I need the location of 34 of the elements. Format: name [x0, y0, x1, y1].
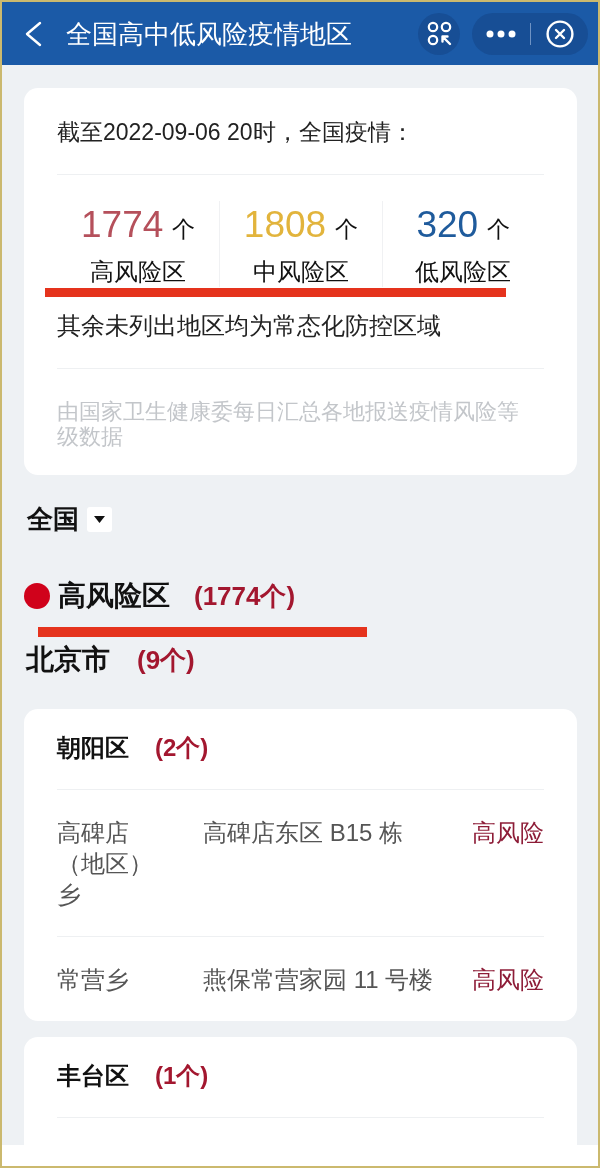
stat-unit: 个 — [335, 215, 359, 244]
stat-label: 高风险区 — [90, 257, 187, 287]
more-icon — [486, 29, 516, 38]
stat-unit: 个 — [172, 215, 196, 244]
district-name: 朝阳区 — [57, 733, 129, 763]
address-cell-text: 高碑店东区 B15 栋 — [203, 818, 405, 848]
stat-number: 1808 — [243, 203, 327, 247]
district-count: (2个) — [155, 733, 209, 763]
stat-number: 320 — [416, 203, 479, 247]
address-cell-text: 燕保常营家园 11 号楼 — [203, 965, 434, 995]
province-name: 北京市 — [26, 643, 110, 677]
section-count: (1774个) — [194, 580, 296, 613]
region-dropdown[interactable]: 全国 — [27, 503, 112, 535]
risk-level-cell-text: 高风险 — [472, 965, 544, 995]
stat-label: 中风险区 — [253, 257, 349, 287]
circles-arrow-icon — [426, 21, 452, 46]
district-count: (1个) — [155, 1061, 209, 1091]
as-of-text: 截至2022-09-06 20时，全国疫情： — [57, 88, 544, 175]
note-text: 其余未列出地区均为常态化防控区域 — [57, 312, 544, 369]
close-icon — [545, 19, 574, 48]
district-name: 丰台区 — [57, 1061, 129, 1091]
back-icon — [24, 20, 42, 47]
section-title: 高风险区 — [58, 579, 170, 613]
float-button[interactable] — [418, 12, 460, 55]
province-count: (9个) — [137, 644, 195, 677]
stat-unit: 个 — [487, 215, 511, 244]
stat-number: 1774 — [81, 203, 164, 247]
stat-label: 低风险区 — [415, 257, 512, 287]
risk-level-cell-text: 高风险 — [472, 818, 544, 848]
area-cell-text: 高碑店（地区）乡 — [57, 818, 154, 910]
source-text: 由国家卫生健康委每日汇总各地报送疫情风险等级数据 — [57, 398, 520, 451]
caret-icon — [87, 506, 112, 532]
area-cell-text: 常营乡 — [57, 965, 130, 995]
window-title: 全国高中低风险疫情地区 — [66, 17, 352, 50]
